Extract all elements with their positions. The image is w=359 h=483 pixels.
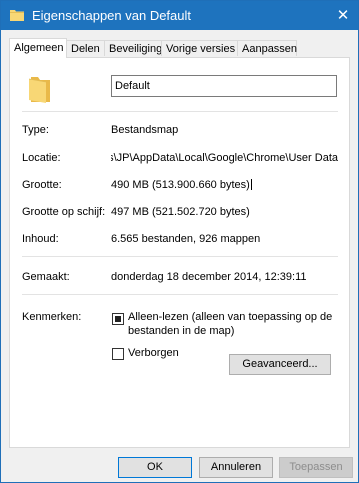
contents-value[interactable]: 6.565 bestanden, 926 mappen	[111, 233, 260, 245]
text-caret	[250, 179, 252, 190]
size-label: Grootte:	[22, 179, 62, 191]
created-label: Gemaakt:	[22, 271, 70, 283]
tab-beveiliging[interactable]: Beveiliging	[104, 40, 162, 56]
readonly-label-line2: bestanden in de map)	[128, 325, 235, 337]
created-value[interactable]: donderdag 18 december 2014, 12:39:11	[111, 271, 307, 283]
location-text: C:\Users\JP\AppData\Local\Google\Chrome\…	[111, 152, 338, 164]
hidden-label: Verborgen	[128, 347, 179, 359]
attributes-label: Kenmerken:	[22, 311, 82, 323]
indeterminate-mark	[115, 316, 121, 322]
size-value: 490 MB (513.900.660 bytes)	[111, 179, 250, 191]
window-title: Eigenschappen van Default	[32, 8, 192, 23]
type-value: Bestandsmap	[111, 124, 179, 136]
advanced-button[interactable]: Geavanceerd...	[229, 354, 331, 375]
tab-algemeen[interactable]: Algemeen	[9, 38, 67, 58]
folder-name-input[interactable]	[111, 75, 337, 97]
contents-label: Inhoud:	[22, 233, 59, 245]
ok-button[interactable]: OK	[118, 457, 192, 478]
title-bar[interactable]: Eigenschappen van Default ✕	[1, 1, 358, 30]
separator	[22, 111, 338, 112]
tab-vorige-versies[interactable]: Vorige versies	[161, 40, 238, 56]
close-button[interactable]: ✕	[328, 1, 358, 30]
tab-delen[interactable]: Delen	[66, 40, 105, 56]
readonly-label-line1: Alleen-lezen (alleen van toepassing op d…	[128, 311, 333, 323]
properties-window: Eigenschappen van Default ✕ Algemeen Del…	[0, 0, 359, 483]
separator	[22, 294, 338, 295]
apply-button: Toepassen	[279, 457, 353, 478]
hidden-checkbox[interactable]	[112, 348, 124, 360]
folder-icon	[29, 77, 50, 103]
folder-icon	[10, 10, 24, 21]
location-value[interactable]: C:\Users\JP\AppData\Local\Google\Chrome\…	[111, 152, 338, 164]
location-label: Locatie:	[22, 152, 61, 164]
general-panel: Type: Bestandsmap Locatie: C:\Users\JP\A…	[9, 57, 350, 448]
readonly-checkbox[interactable]	[112, 313, 124, 325]
disk-size-label: Grootte op schijf:	[22, 206, 106, 218]
type-label: Type:	[22, 124, 49, 136]
separator	[22, 256, 338, 257]
cancel-button[interactable]: Annuleren	[199, 457, 273, 478]
tab-aanpassen[interactable]: Aanpassen	[237, 40, 297, 56]
size-value-container[interactable]: 490 MB (513.900.660 bytes)	[111, 179, 252, 191]
disk-size-value[interactable]: 497 MB (521.502.720 bytes)	[111, 206, 250, 218]
